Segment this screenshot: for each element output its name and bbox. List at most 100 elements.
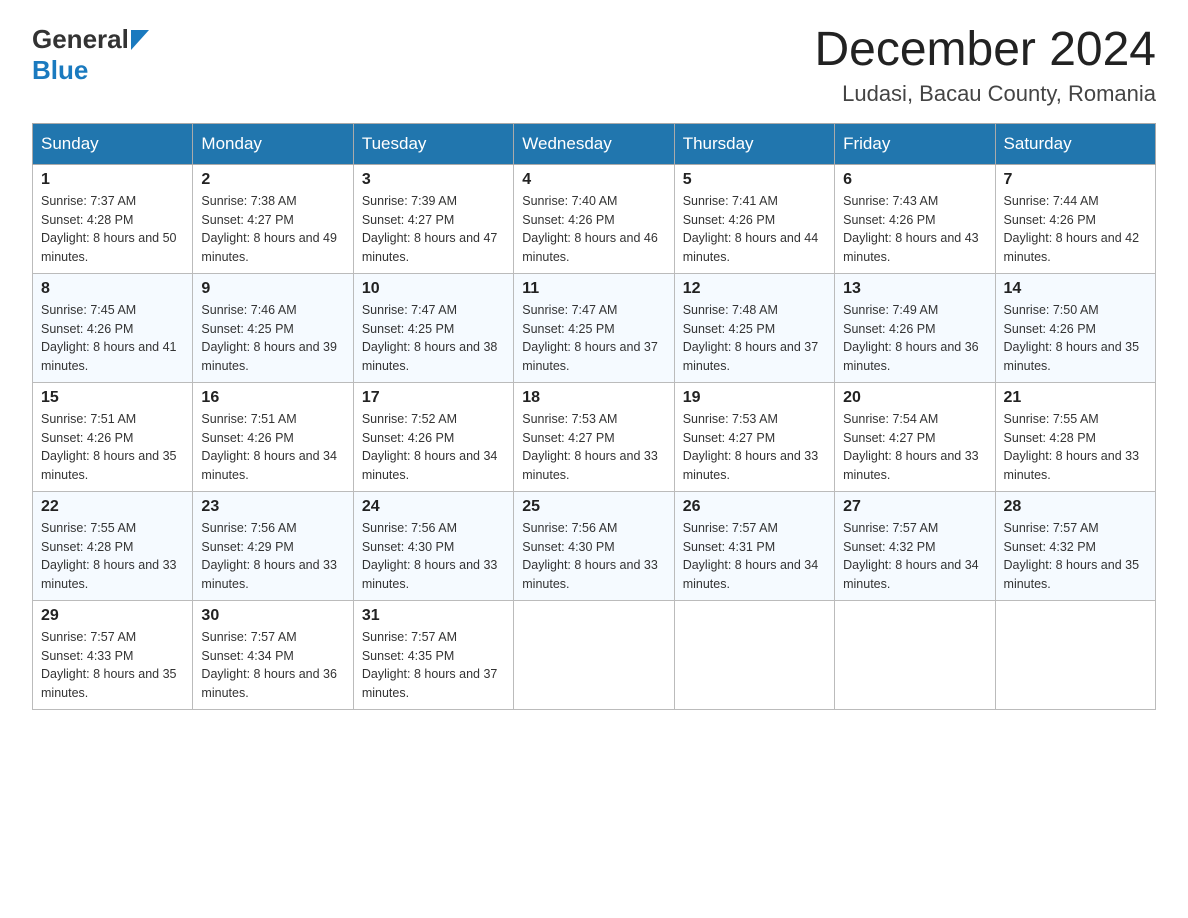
day-number: 10: [362, 280, 505, 298]
day-number: 2: [201, 171, 344, 189]
calendar-cell: 14 Sunrise: 7:50 AMSunset: 4:26 PMDayligh…: [995, 273, 1155, 382]
day-info: Sunrise: 7:50 AMSunset: 4:26 PMDaylight:…: [1004, 301, 1147, 376]
logo-general-text: General: [32, 24, 129, 55]
day-info: Sunrise: 7:43 AMSunset: 4:26 PMDaylight:…: [843, 192, 986, 267]
day-info: Sunrise: 7:53 AMSunset: 4:27 PMDaylight:…: [522, 410, 665, 485]
page-header: General Blue December 2024 Ludasi, Bacau…: [32, 24, 1156, 107]
day-info: Sunrise: 7:57 AMSunset: 4:32 PMDaylight:…: [1004, 519, 1147, 594]
day-number: 23: [201, 498, 344, 516]
calendar-header-sunday: Sunday: [33, 123, 193, 164]
day-number: 25: [522, 498, 665, 516]
calendar-header-tuesday: Tuesday: [353, 123, 513, 164]
calendar-cell: 10 Sunrise: 7:47 AMSunset: 4:25 PMDayligh…: [353, 273, 513, 382]
day-number: 5: [683, 171, 826, 189]
day-info: Sunrise: 7:48 AMSunset: 4:25 PMDaylight:…: [683, 301, 826, 376]
calendar-cell: 30 Sunrise: 7:57 AMSunset: 4:34 PMDayligh…: [193, 600, 353, 709]
day-info: Sunrise: 7:39 AMSunset: 4:27 PMDaylight:…: [362, 192, 505, 267]
calendar-cell: 3 Sunrise: 7:39 AMSunset: 4:27 PMDaylight…: [353, 164, 513, 273]
calendar-cell: 6Sunrise: 7:43 AMSunset: 4:26 PMDaylight…: [835, 164, 995, 273]
calendar-cell: 21 Sunrise: 7:55 AMSunset: 4:28 PMDayligh…: [995, 382, 1155, 491]
day-info: Sunrise: 7:56 AMSunset: 4:30 PMDaylight:…: [362, 519, 505, 594]
day-info: Sunrise: 7:47 AMSunset: 4:25 PMDaylight:…: [522, 301, 665, 376]
calendar-week-row: 29 Sunrise: 7:57 AMSunset: 4:33 PMDayligh…: [33, 600, 1156, 709]
day-info: Sunrise: 7:53 AMSunset: 4:27 PMDaylight:…: [683, 410, 826, 485]
day-info: Sunrise: 7:41 AMSunset: 4:26 PMDaylight:…: [683, 192, 826, 267]
day-info: Sunrise: 7:47 AMSunset: 4:25 PMDaylight:…: [362, 301, 505, 376]
calendar-cell: 25 Sunrise: 7:56 AMSunset: 4:30 PMDayligh…: [514, 491, 674, 600]
calendar-cell: 19 Sunrise: 7:53 AMSunset: 4:27 PMDayligh…: [674, 382, 834, 491]
day-number: 24: [362, 498, 505, 516]
main-title: December 2024: [814, 24, 1156, 77]
day-number: 31: [362, 607, 505, 625]
day-number: 19: [683, 389, 826, 407]
calendar-cell: 29 Sunrise: 7:57 AMSunset: 4:33 PMDayligh…: [33, 600, 193, 709]
calendar-cell: 17 Sunrise: 7:52 AMSunset: 4:26 PMDayligh…: [353, 382, 513, 491]
day-number: 13: [843, 280, 986, 298]
calendar-cell: 7 Sunrise: 7:44 AMSunset: 4:26 PMDaylight…: [995, 164, 1155, 273]
calendar-header-saturday: Saturday: [995, 123, 1155, 164]
calendar-cell: 15Sunrise: 7:51 AMSunset: 4:26 PMDayligh…: [33, 382, 193, 491]
day-number: 16: [201, 389, 344, 407]
day-info: Sunrise: 7:57 AMSunset: 4:34 PMDaylight:…: [201, 628, 344, 703]
day-info: Sunrise: 7:38 AMSunset: 4:27 PMDaylight:…: [201, 192, 344, 267]
calendar-cell: 20Sunrise: 7:54 AMSunset: 4:27 PMDayligh…: [835, 382, 995, 491]
day-number: 22: [41, 498, 184, 516]
day-info: Sunrise: 7:51 AMSunset: 4:26 PMDaylight:…: [201, 410, 344, 485]
calendar-cell: 27 Sunrise: 7:57 AMSunset: 4:32 PMDayligh…: [835, 491, 995, 600]
day-info: Sunrise: 7:55 AMSunset: 4:28 PMDaylight:…: [41, 519, 184, 594]
day-info: Sunrise: 7:56 AMSunset: 4:30 PMDaylight:…: [522, 519, 665, 594]
day-info: Sunrise: 7:55 AMSunset: 4:28 PMDaylight:…: [1004, 410, 1147, 485]
calendar-header-row: SundayMondayTuesdayWednesdayThursdayFrid…: [33, 123, 1156, 164]
day-number: 7: [1004, 171, 1147, 189]
calendar-table: SundayMondayTuesdayWednesdayThursdayFrid…: [32, 123, 1156, 710]
logo-arrow-wrapper: [129, 30, 149, 50]
day-info: Sunrise: 7:56 AMSunset: 4:29 PMDaylight:…: [201, 519, 344, 594]
day-info: Sunrise: 7:57 AMSunset: 4:35 PMDaylight:…: [362, 628, 505, 703]
day-number: 4: [522, 171, 665, 189]
calendar-cell: 8Sunrise: 7:45 AMSunset: 4:26 PMDaylight…: [33, 273, 193, 382]
calendar-cell: 18 Sunrise: 7:53 AMSunset: 4:27 PMDayligh…: [514, 382, 674, 491]
logo-blue-text: Blue: [32, 55, 88, 85]
day-number: 30: [201, 607, 344, 625]
calendar-week-row: 8Sunrise: 7:45 AMSunset: 4:26 PMDaylight…: [33, 273, 1156, 382]
calendar-cell: [674, 600, 834, 709]
logo: General Blue: [32, 24, 149, 86]
day-info: Sunrise: 7:57 AMSunset: 4:31 PMDaylight:…: [683, 519, 826, 594]
calendar-cell: [514, 600, 674, 709]
calendar-week-row: 15Sunrise: 7:51 AMSunset: 4:26 PMDayligh…: [33, 382, 1156, 491]
day-info: Sunrise: 7:46 AMSunset: 4:25 PMDaylight:…: [201, 301, 344, 376]
day-number: 17: [362, 389, 505, 407]
calendar-cell: 2 Sunrise: 7:38 AMSunset: 4:27 PMDaylight…: [193, 164, 353, 273]
day-number: 3: [362, 171, 505, 189]
calendar-cell: 24 Sunrise: 7:56 AMSunset: 4:30 PMDayligh…: [353, 491, 513, 600]
calendar-cell: [995, 600, 1155, 709]
calendar-header-thursday: Thursday: [674, 123, 834, 164]
day-number: 18: [522, 389, 665, 407]
day-info: Sunrise: 7:57 AMSunset: 4:32 PMDaylight:…: [843, 519, 986, 594]
calendar-cell: 12 Sunrise: 7:48 AMSunset: 4:25 PMDayligh…: [674, 273, 834, 382]
day-number: 11: [522, 280, 665, 298]
day-info: Sunrise: 7:44 AMSunset: 4:26 PMDaylight:…: [1004, 192, 1147, 267]
day-number: 12: [683, 280, 826, 298]
calendar-cell: 16 Sunrise: 7:51 AMSunset: 4:26 PMDayligh…: [193, 382, 353, 491]
calendar-cell: 13Sunrise: 7:49 AMSunset: 4:26 PMDayligh…: [835, 273, 995, 382]
day-info: Sunrise: 7:57 AMSunset: 4:33 PMDaylight:…: [41, 628, 184, 703]
calendar-cell: 5 Sunrise: 7:41 AMSunset: 4:26 PMDaylight…: [674, 164, 834, 273]
calendar-header-wednesday: Wednesday: [514, 123, 674, 164]
calendar-cell: 9Sunrise: 7:46 AMSunset: 4:25 PMDaylight…: [193, 273, 353, 382]
day-number: 29: [41, 607, 184, 625]
calendar-header-friday: Friday: [835, 123, 995, 164]
logo-arrow-icon: [131, 30, 149, 50]
day-info: Sunrise: 7:52 AMSunset: 4:26 PMDaylight:…: [362, 410, 505, 485]
day-info: Sunrise: 7:37 AMSunset: 4:28 PMDaylight:…: [41, 192, 184, 267]
day-number: 26: [683, 498, 826, 516]
day-info: Sunrise: 7:45 AMSunset: 4:26 PMDaylight:…: [41, 301, 184, 376]
calendar-cell: 22 Sunrise: 7:55 AMSunset: 4:28 PMDayligh…: [33, 491, 193, 600]
day-number: 27: [843, 498, 986, 516]
day-number: 14: [1004, 280, 1147, 298]
calendar-cell: 26 Sunrise: 7:57 AMSunset: 4:31 PMDayligh…: [674, 491, 834, 600]
day-number: 1: [41, 171, 184, 189]
day-number: 28: [1004, 498, 1147, 516]
day-number: 21: [1004, 389, 1147, 407]
day-number: 20: [843, 389, 986, 407]
